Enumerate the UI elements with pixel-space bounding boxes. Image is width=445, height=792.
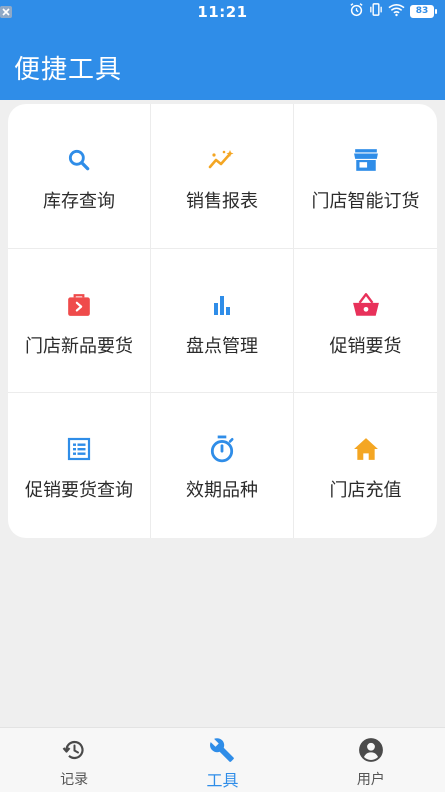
nav-item-user[interactable]: 用户: [297, 728, 445, 792]
suitcase-icon: [65, 291, 93, 319]
battery-icon: 83: [410, 4, 437, 18]
app-header: 便捷工具: [0, 22, 445, 100]
tool-store-new-product-request[interactable]: 门店新品要货: [8, 249, 151, 393]
tool-label: 效期品种: [186, 480, 258, 501]
vibrate-icon: [369, 2, 383, 21]
nav-label: 用户: [356, 772, 385, 788]
wifi-icon: [388, 2, 405, 21]
list-icon: [65, 435, 93, 463]
basket-icon: [352, 291, 380, 319]
tool-label: 销售报表: [186, 191, 258, 212]
battery-level: 83: [410, 4, 434, 18]
tool-label: 门店新品要货: [25, 336, 133, 357]
bottom-nav: 记录 工具 用户: [0, 727, 445, 792]
tool-stocktake-management[interactable]: 盘点管理: [151, 249, 294, 393]
tool-expiry-products[interactable]: 效期品种: [151, 393, 294, 538]
search-icon: [65, 146, 93, 174]
tool-label: 门店充值: [329, 480, 402, 501]
nav-item-records[interactable]: 记录: [0, 728, 148, 792]
bar-chart-icon: [208, 291, 236, 319]
home-icon: [352, 435, 380, 463]
tool-label: 盘点管理: [186, 336, 258, 357]
tool-store-recharge[interactable]: 门店充值: [294, 393, 437, 538]
tool-promotion-request-query[interactable]: 促销要货查询: [8, 393, 151, 538]
history-icon: [61, 737, 87, 763]
stopwatch-icon: [208, 435, 236, 463]
status-icons: 83: [349, 2, 437, 21]
tool-label: 促销要货: [329, 336, 402, 357]
tool-promotion-request[interactable]: 促销要货: [294, 249, 437, 393]
tool-sales-report[interactable]: 销售报表: [151, 104, 294, 249]
nav-item-tools[interactable]: 工具: [148, 728, 296, 792]
tool-label: 库存查询: [43, 191, 115, 212]
tool-store-smart-order[interactable]: 门店智能订货: [294, 104, 437, 249]
tools-grid: 库存查询 销售报表 门店智能订货 门店新品要货 盘点管理 促销要货 促销要货查询…: [8, 104, 437, 538]
tool-label: 促销要货查询: [25, 480, 133, 501]
nav-label: 工具: [206, 771, 239, 790]
alarm-icon: [349, 2, 364, 21]
nav-label: 记录: [60, 772, 89, 788]
store-icon: [352, 146, 380, 174]
account-icon: [358, 737, 384, 763]
trend-sparkle-icon: [208, 146, 236, 174]
page-title: 便捷工具: [14, 55, 123, 85]
status-bar: 11:21 83: [0, 0, 445, 22]
wrench-icon: [209, 737, 235, 763]
tool-label: 门店智能订货: [311, 191, 420, 212]
tool-inventory-query[interactable]: 库存查询: [8, 104, 151, 249]
